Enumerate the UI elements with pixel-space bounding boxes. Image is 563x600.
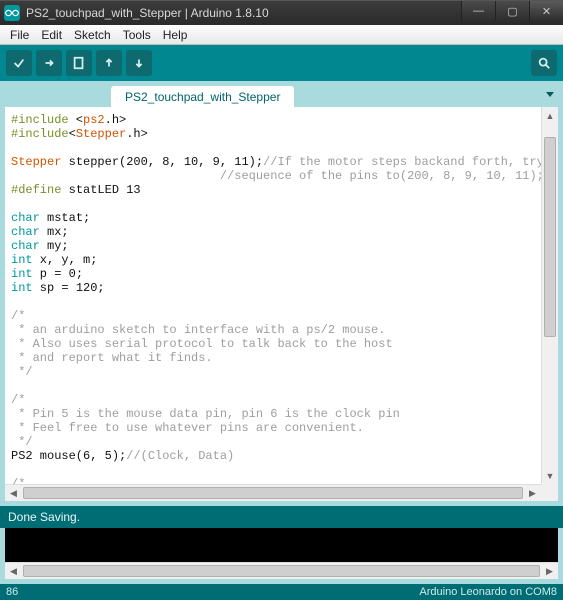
code-text: Stepper (76, 127, 126, 141)
window-controls: — ▢ ✕ (461, 1, 563, 25)
code-text: int (11, 253, 33, 267)
open-sketch-button[interactable] (96, 50, 122, 76)
menu-bar: File Edit Sketch Tools Help (0, 25, 563, 45)
maximize-button[interactable]: ▢ (495, 1, 529, 21)
code-text: < (69, 127, 76, 141)
scroll-up-arrow-icon[interactable]: ▲ (542, 107, 558, 124)
menu-edit[interactable]: Edit (35, 26, 68, 44)
status-message: Done Saving. (8, 510, 80, 524)
code-text: #include (11, 127, 69, 141)
menu-sketch[interactable]: Sketch (68, 26, 117, 44)
message-bar: Done Saving. (0, 506, 563, 528)
scroll-left-arrow-icon[interactable]: ◀ (5, 563, 22, 579)
code-text: ps2 (83, 113, 105, 127)
code-text: #include (11, 113, 69, 127)
arduino-app-icon (4, 5, 20, 21)
console-area: ◀ ▶ (0, 528, 563, 584)
code-text: #define (11, 183, 61, 197)
editor-area: #include <ps2.h> #include<Stepper.h> Ste… (0, 107, 563, 506)
code-text: /* (11, 309, 25, 323)
verify-button[interactable] (6, 50, 32, 76)
code-text: /* (11, 477, 25, 484)
menu-file[interactable]: File (4, 26, 35, 44)
minimize-button[interactable]: — (461, 1, 495, 21)
code-text: * Pin 5 is the mouse data pin, pin 6 is … (11, 407, 400, 421)
code-text: statLED 13 (61, 183, 140, 197)
scroll-corner (541, 484, 558, 501)
upload-button[interactable] (36, 50, 62, 76)
close-button[interactable]: ✕ (529, 1, 563, 21)
editor-vertical-scrollbar[interactable]: ▲ ▼ (541, 107, 558, 484)
code-text: my; (40, 239, 69, 253)
console-horizontal-scrollbar[interactable]: ◀ ▶ (5, 562, 558, 579)
status-bar: 86 Arduino Leonardo on COM8 (0, 584, 563, 600)
code-text: char (11, 239, 40, 253)
code-text: p = 0; (33, 267, 83, 281)
code-text: */ (11, 365, 33, 379)
code-text: */ (11, 435, 33, 449)
toolbar (0, 45, 563, 81)
editor-horizontal-scrollbar[interactable]: ◀ ▶ (5, 484, 541, 501)
serial-monitor-button[interactable] (531, 50, 557, 76)
scroll-down-arrow-icon[interactable]: ▼ (542, 467, 558, 484)
window-title: PS2_touchpad_with_Stepper | Arduino 1.8.… (26, 6, 461, 20)
code-text: x, y, m; (33, 253, 98, 267)
code-editor[interactable]: #include <ps2.h> #include<Stepper.h> Ste… (5, 107, 541, 484)
tab-bar: PS2_touchpad_with_Stepper (0, 81, 563, 107)
tab-main[interactable]: PS2_touchpad_with_Stepper (110, 85, 295, 108)
new-sketch-button[interactable] (66, 50, 92, 76)
board-port-indicator: Arduino Leonardo on COM8 (419, 586, 557, 598)
scroll-right-arrow-icon[interactable]: ▶ (541, 563, 558, 579)
code-text: < (69, 113, 83, 127)
tab-menu-icon[interactable] (543, 87, 557, 101)
code-text: char (11, 211, 40, 225)
code-text: PS2 mouse(6, 5); (11, 449, 126, 463)
code-text: mx; (40, 225, 69, 239)
scroll-thumb[interactable] (23, 487, 523, 499)
code-text: sp = 120; (33, 281, 105, 295)
code-text: .h> (105, 113, 127, 127)
code-text: /* (11, 393, 25, 407)
scroll-left-arrow-icon[interactable]: ◀ (5, 485, 22, 501)
menu-tools[interactable]: Tools (117, 26, 157, 44)
code-text: //If the motor steps backand forth, try … (263, 155, 541, 169)
code-text: Stepper (11, 155, 61, 169)
code-text: * Feel free to use whatever pins are con… (11, 421, 364, 435)
scroll-right-arrow-icon[interactable]: ▶ (524, 485, 541, 501)
scroll-thumb[interactable] (544, 137, 556, 337)
code-text: * an arduino sketch to interface with a … (11, 323, 385, 337)
line-number-indicator: 86 (6, 586, 18, 598)
code-text: //sequence of the pins to(200, 8, 9, 10,… (11, 169, 541, 183)
scroll-thumb[interactable] (23, 565, 540, 577)
code-text: .h> (126, 127, 148, 141)
code-text: stepper(200, 8, 10, 9, 11); (61, 155, 263, 169)
save-sketch-button[interactable] (126, 50, 152, 76)
code-text: * Also uses serial protocol to talk back… (11, 337, 393, 351)
code-text: //(Clock, Data) (126, 449, 234, 463)
code-text: int (11, 281, 33, 295)
code-text: * and report what it finds. (11, 351, 213, 365)
window-titlebar: PS2_touchpad_with_Stepper | Arduino 1.8.… (0, 0, 563, 25)
code-text: char (11, 225, 40, 239)
code-text: mstat; (40, 211, 90, 225)
menu-help[interactable]: Help (157, 26, 194, 44)
code-text: int (11, 267, 33, 281)
